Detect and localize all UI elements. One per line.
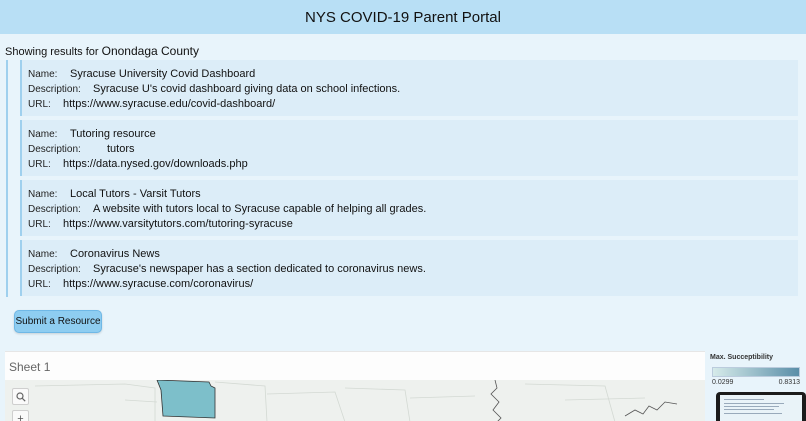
name-label: Name: [28, 129, 58, 140]
url-label: URL: [28, 159, 51, 170]
county-map[interactable]: + [5, 380, 705, 421]
plus-icon: + [17, 412, 24, 421]
preview-line [724, 399, 764, 400]
resource-name-row: Name: Syracuse University Covid Dashboar… [28, 68, 255, 80]
legend-max: 0.8313 [778, 379, 800, 386]
resource-url[interactable]: https://www.syracuse.edu/covid-dashboard… [63, 98, 275, 110]
url-label: URL: [28, 99, 51, 110]
resource-url-row: URL: https://www.syracuse.com/coronaviru… [28, 278, 253, 290]
resource-description-row: Description: A website with tutors local… [28, 203, 426, 215]
resource-card: Name: Syracuse University Covid Dashboar… [20, 60, 798, 116]
resource-card: Name: Local Tutors - Varsit Tutors Descr… [20, 180, 798, 236]
legend-title: Max. Succeptibility [710, 354, 774, 361]
preview-line [724, 413, 782, 414]
resource-name: Tutoring resource [70, 128, 156, 140]
description-label: Description: [28, 144, 81, 155]
onondaga-county-shape [156, 380, 216, 419]
resource-card: Name: Coronavirus News Description: Syra… [20, 240, 798, 296]
sheet-title: Sheet 1 [9, 360, 51, 374]
description-label: Description: [28, 264, 81, 275]
legend-min: 0.0299 [712, 379, 734, 386]
resource-description-row: Description: Syracuse U's covid dashboar… [28, 83, 400, 95]
resource-name: Syracuse University Covid Dashboard [70, 68, 256, 80]
search-zoom-button[interactable] [12, 388, 29, 405]
zoom-in-button[interactable]: + [12, 410, 29, 421]
submit-resource-button[interactable]: Submit a Resource [14, 310, 102, 333]
preview-line [724, 409, 774, 410]
resource-description-row: Description: tutors [28, 143, 135, 155]
resource-description: tutors [107, 143, 135, 155]
results-county: Onondaga County [101, 44, 200, 58]
resource-name-row: Name: Local Tutors - Varsit Tutors [28, 188, 201, 200]
preview-line [724, 403, 784, 404]
url-label: URL: [28, 279, 51, 290]
page-title: NYS COVID-19 Parent Portal [305, 8, 501, 26]
resource-name-row: Name: Tutoring resource [28, 128, 156, 140]
search-icon [15, 391, 26, 402]
resource-url-row: URL: https://www.syracuse.edu/covid-dash… [28, 98, 275, 110]
resource-url[interactable]: https://data.nysed.gov/downloads.php [63, 158, 248, 170]
resource-url[interactable]: https://www.syracuse.com/coronavirus/ [63, 278, 253, 290]
county-map-svg [34, 380, 678, 421]
resource-description: A website with tutors local to Syracuse … [93, 203, 427, 215]
resource-description-row: Description: Syracuse's newspaper has a … [28, 263, 426, 275]
portal-header: NYS COVID-19 Parent Portal [0, 0, 806, 34]
resource-description: Syracuse's newspaper has a section dedic… [93, 263, 426, 275]
resource-url[interactable]: https://www.varsitytutors.com/tutoring-s… [63, 218, 293, 230]
legend-color-bar [712, 367, 800, 377]
preview-line [724, 406, 779, 407]
results-summary: Showing results for Onondaga County [5, 44, 199, 58]
description-label: Description: [28, 84, 81, 95]
resource-name: Coronavirus News [70, 248, 160, 260]
resource-url-row: URL: https://www.varsitytutors.com/tutor… [28, 218, 293, 230]
name-label: Name: [28, 189, 58, 200]
resource-name: Local Tutors - Varsit Tutors [70, 188, 201, 200]
description-label: Description: [28, 204, 81, 215]
name-label: Name: [28, 69, 58, 80]
name-label: Name: [28, 249, 58, 260]
resource-name-row: Name: Coronavirus News [28, 248, 160, 260]
resource-list: Name: Syracuse University Covid Dashboar… [6, 60, 798, 297]
resource-card: Name: Tutoring resource Description: tut… [20, 120, 798, 176]
url-label: URL: [28, 219, 51, 230]
device-preview-thumbnail [716, 392, 806, 421]
map-sheet: Sheet 1 + [5, 351, 705, 421]
results-prefix: Showing results for [5, 46, 99, 58]
resource-description: Syracuse U's covid dashboard giving data… [93, 83, 401, 95]
resource-url-row: URL: https://data.nysed.gov/downloads.ph… [28, 158, 248, 170]
device-preview-screen [720, 395, 802, 421]
